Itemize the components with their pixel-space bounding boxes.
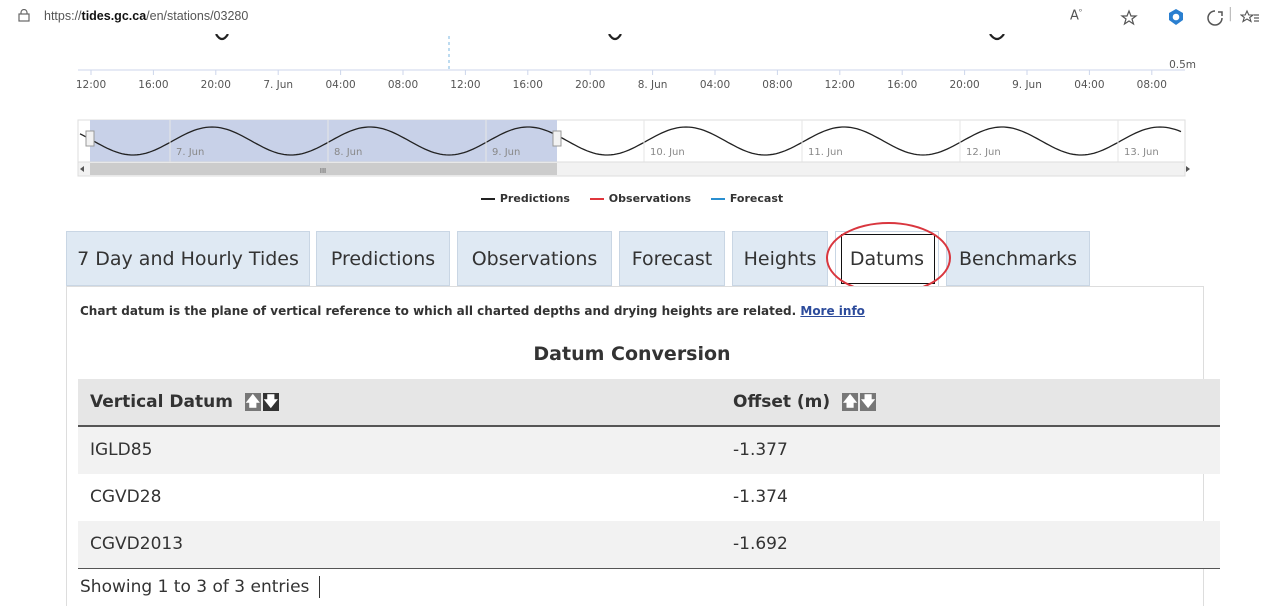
browser-essentials-icon[interactable] bbox=[1206, 7, 1224, 29]
column-header-label: Vertical Datum bbox=[90, 392, 233, 412]
table-info: Showing 1 to 3 of 3 entries bbox=[80, 576, 321, 598]
x-tick-label: 7. Jun bbox=[263, 79, 293, 91]
legend-item-predictions[interactable]: Predictions bbox=[480, 192, 570, 205]
sort-ascending-icon[interactable]: 🡅 bbox=[842, 393, 859, 411]
column-header-vertical-datum[interactable]: Vertical Datum 🡅 🡇 bbox=[90, 379, 281, 425]
sort-ascending-icon[interactable]: 🡅 bbox=[244, 393, 261, 411]
text-cursor bbox=[319, 576, 321, 598]
legend-swatch bbox=[589, 198, 604, 200]
legend-label: Observations bbox=[608, 192, 692, 205]
legend-item-forecast[interactable]: Forecast bbox=[710, 192, 784, 205]
page-info-icon[interactable] bbox=[18, 9, 30, 22]
navigator-day-label: 9. Jun bbox=[492, 147, 520, 158]
x-tick-label: 04:00 bbox=[700, 79, 730, 91]
extension-shield-icon[interactable] bbox=[1166, 6, 1186, 28]
url-path: /en/stations/03280 bbox=[146, 9, 249, 23]
x-tick-label: 08:00 bbox=[388, 79, 418, 91]
navigator-right-handle[interactable] bbox=[552, 130, 562, 147]
x-tick-label: 9. Jun bbox=[1012, 79, 1042, 91]
datum-conversion-title: Datum Conversion bbox=[533, 343, 731, 365]
offset-cell: -1.374 bbox=[733, 487, 788, 507]
prediction-curve-segment bbox=[608, 34, 622, 41]
more-info-link[interactable]: More info bbox=[800, 304, 865, 318]
navigator-day-label: 8. Jun bbox=[334, 147, 362, 158]
x-tick-label: 20:00 bbox=[949, 79, 979, 91]
sort-descending-icon[interactable]: 🡇 bbox=[860, 393, 877, 411]
favorites-icon[interactable] bbox=[1240, 7, 1260, 29]
x-tick-label: 16:00 bbox=[138, 79, 168, 91]
datum-description: Chart datum is the plane of vertical ref… bbox=[80, 304, 865, 318]
navigator-day-label: 12. Jun bbox=[966, 147, 1001, 158]
tab-benchmarks[interactable]: Benchmarks bbox=[946, 231, 1090, 286]
navigator-selected-range[interactable] bbox=[90, 120, 557, 162]
read-aloud-icon[interactable]: Aᵒ bbox=[1070, 7, 1082, 29]
column-header-label: Offset (m) bbox=[733, 392, 831, 412]
x-tick-label: 12:00 bbox=[76, 79, 106, 91]
datums-focus-box bbox=[841, 234, 935, 284]
tab-7-day-hourly[interactable]: 7 Day and Hourly Tides bbox=[66, 231, 310, 286]
navigator-left-handle[interactable] bbox=[85, 130, 95, 147]
legend-label: Predictions bbox=[499, 192, 570, 205]
x-tick-label: 20:00 bbox=[575, 79, 605, 91]
x-tick-label: 12:00 bbox=[825, 79, 855, 91]
legend-swatch bbox=[480, 198, 495, 200]
prediction-curve-segment bbox=[989, 34, 1005, 41]
tab-heights[interactable]: Heights bbox=[732, 231, 828, 286]
navigator-day-label: 10. Jun bbox=[650, 147, 685, 158]
url-field[interactable]: https://tides.gc.ca/en/stations/03280 bbox=[44, 9, 248, 23]
table-row: CGVD2013 -1.692 bbox=[78, 521, 1220, 568]
offset-cell: -1.377 bbox=[733, 440, 788, 460]
x-tick-label: 08:00 bbox=[762, 79, 792, 91]
toolbar-divider: | bbox=[1228, 6, 1233, 22]
x-tick-label: 12:00 bbox=[450, 79, 480, 91]
tab-forecast[interactable]: Forecast bbox=[619, 231, 725, 286]
browser-address-bar: https://tides.gc.ca/en/stations/03280 Aᵒ… bbox=[0, 0, 1264, 34]
x-tick-label: 08:00 bbox=[1137, 79, 1167, 91]
table-row: IGLD85 -1.377 bbox=[78, 427, 1220, 474]
table-header: Vertical Datum 🡅 🡇 Offset (m) 🡅 🡇 bbox=[78, 379, 1220, 427]
legend-label: Forecast bbox=[729, 192, 784, 205]
datum-cell: IGLD85 bbox=[90, 440, 153, 460]
favorite-add-icon[interactable] bbox=[1120, 7, 1138, 29]
legend-item-observations[interactable]: Observations bbox=[589, 192, 692, 205]
scrollbar-grip: III bbox=[320, 167, 326, 175]
datum-cell: CGVD28 bbox=[90, 487, 162, 507]
prediction-curve-segment bbox=[215, 34, 229, 41]
x-tick-label: 04:00 bbox=[1074, 79, 1104, 91]
table-info-text: Showing 1 to 3 of 3 entries bbox=[80, 577, 310, 597]
chart-legend: Predictions Observations Forecast bbox=[0, 192, 1264, 205]
sort-descending-icon[interactable]: 🡇 bbox=[262, 393, 279, 411]
url-domain: tides.gc.ca bbox=[81, 9, 147, 23]
datum-description-text: Chart datum is the plane of vertical ref… bbox=[80, 304, 797, 318]
x-tick-label: 16:00 bbox=[513, 79, 543, 91]
table-row: CGVD28 -1.374 bbox=[78, 474, 1220, 521]
y-axis-label: 0.5m bbox=[1169, 59, 1196, 71]
x-tick-label: 04:00 bbox=[325, 79, 355, 91]
tide-chart: 0.5m 12:00 16:00 20:00 7. Jun 04:00 08:00 12:0… bbox=[76, 34, 1196, 177]
navigator-day-label: 7. Jun bbox=[176, 147, 204, 158]
column-header-offset[interactable]: Offset (m) 🡅 🡇 bbox=[733, 379, 878, 425]
tab-predictions[interactable]: Predictions bbox=[316, 231, 450, 286]
datum-cell: CGVD2013 bbox=[90, 534, 184, 554]
x-tick-label: 16:00 bbox=[887, 79, 917, 91]
table-bottom-border bbox=[78, 568, 1220, 569]
offset-cell: -1.692 bbox=[733, 534, 788, 554]
scroll-right-arrow-icon[interactable] bbox=[1186, 166, 1190, 172]
x-axis-ticks: 12:00 16:00 20:00 7. Jun 04:00 08:00 12:00 16:0… bbox=[76, 70, 1167, 91]
navigator-day-label: 11. Jun bbox=[808, 147, 843, 158]
x-tick-label: 20:00 bbox=[201, 79, 231, 91]
legend-swatch bbox=[710, 198, 725, 200]
navigator-day-label: 13. Jun bbox=[1124, 147, 1159, 158]
x-tick-label: 8. Jun bbox=[638, 79, 668, 91]
tab-observations[interactable]: Observations bbox=[457, 231, 612, 286]
url-prefix: https:// bbox=[44, 9, 82, 23]
